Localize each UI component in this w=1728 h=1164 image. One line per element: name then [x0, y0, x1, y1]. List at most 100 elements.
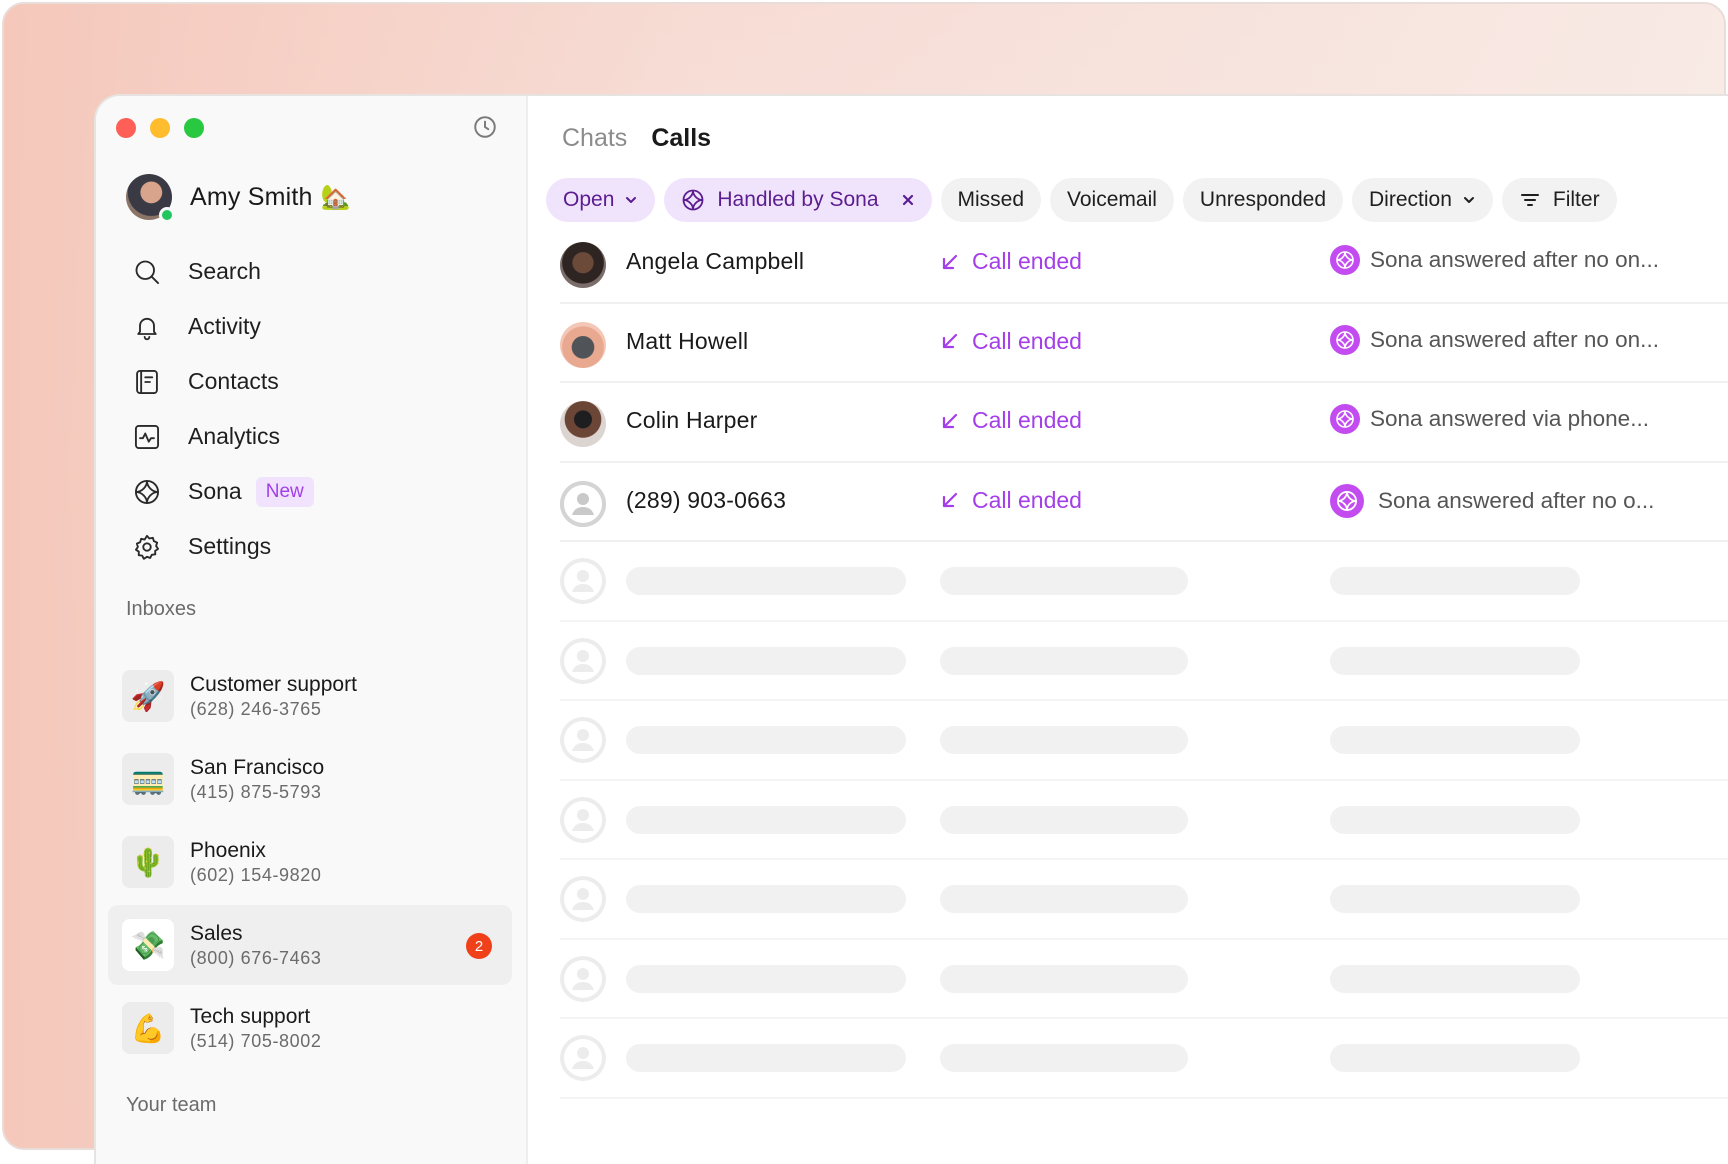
- chevron-down-icon: [626, 197, 637, 203]
- placeholder-bar: [626, 885, 906, 913]
- inbox-item-phoenix[interactable]: 🌵 Phoenix (602) 154-9820: [108, 822, 512, 902]
- avatar: [126, 174, 175, 223]
- inbox-item-sales[interactable]: 💸 Sales (800) 676-7463 2: [108, 905, 512, 985]
- nav-item-search[interactable]: Search: [132, 244, 314, 299]
- missed-filter[interactable]: Missed: [940, 178, 1042, 222]
- placeholder-person-icon: [560, 876, 606, 922]
- filter-chips: Open Handled by Sona Missed Voicemail Un…: [546, 178, 1617, 222]
- placeholder-person-icon: [560, 637, 606, 684]
- call-row[interactable]: Matt Howell Call ended Sona answered aft…: [560, 304, 1728, 383]
- inbox-phone: (514) 705-8002: [190, 1031, 322, 1051]
- chip-label: Direction: [1369, 188, 1452, 211]
- placeholder-bar: [626, 964, 906, 993]
- inbox-name: Sales: [190, 922, 243, 945]
- placeholder-person-icon: [560, 717, 606, 763]
- chip-label: Missed: [957, 188, 1025, 211]
- search-icon: [132, 257, 162, 287]
- view-tabs: Chats Calls: [562, 124, 711, 153]
- call-status: Call ended: [940, 407, 1082, 434]
- avatar: [560, 401, 606, 447]
- contacts-icon: [132, 367, 162, 397]
- incoming-call-arrow-icon: [942, 413, 958, 428]
- placeholder-bar: [1330, 885, 1580, 913]
- tab-calls[interactable]: Calls: [651, 124, 711, 153]
- inbox-list: 🚀 Customer support (628) 246-3765 🚃 San …: [108, 656, 512, 1071]
- loading-placeholder-row: [560, 940, 1728, 1019]
- call-status-label: Call ended: [972, 248, 1082, 274]
- avatar: [560, 321, 606, 368]
- placeholder-bar: [1330, 964, 1580, 993]
- placeholder-bar: [626, 805, 906, 834]
- nav-item-contacts[interactable]: Contacts: [132, 354, 314, 409]
- nav-item-analytics[interactable]: Analytics: [132, 409, 314, 464]
- call-row[interactable]: Colin Harper Call ended Sona answered vi…: [560, 383, 1728, 463]
- avatar: [560, 480, 606, 527]
- call-row[interactable]: Angela Campbell Call ended Sona answered…: [560, 224, 1728, 304]
- placeholder-bar: [626, 1044, 906, 1072]
- loading-placeholder-row: [560, 542, 1728, 622]
- unresponded-filter[interactable]: Unresponded: [1182, 178, 1344, 222]
- inbox-name: San Francisco: [190, 756, 325, 779]
- placeholder-person-icon: [560, 955, 606, 1002]
- minimize-window-button[interactable]: [150, 118, 170, 138]
- sona-icon: [682, 189, 704, 211]
- close-icon[interactable]: [901, 193, 915, 207]
- nav-label: Activity: [188, 313, 261, 339]
- your-team-section-label: Your team: [126, 1094, 217, 1116]
- inbox-phone: (800) 676-7463: [190, 948, 322, 968]
- direction-filter-dropdown[interactable]: Direction: [1352, 178, 1493, 222]
- sona-avatar-icon: [1330, 483, 1364, 518]
- call-status: Call ended: [940, 328, 1082, 355]
- call-row[interactable]: (289) 903-0663 Call ended Sona answered …: [560, 463, 1728, 542]
- new-badge: New: [255, 476, 314, 507]
- nav-label: Settings: [188, 533, 272, 559]
- loading-placeholder-row: [560, 860, 1728, 940]
- call-summary-text: Sona answered after no o...: [1378, 487, 1655, 513]
- placeholder-bar: [1330, 567, 1580, 595]
- call-status-label: Call ended: [972, 327, 1082, 354]
- loading-placeholder-row: [560, 701, 1728, 781]
- voicemail-filter[interactable]: Voicemail: [1050, 178, 1174, 222]
- online-status-dot: [159, 207, 175, 223]
- close-window-button[interactable]: [116, 118, 136, 138]
- inbox-name: Customer support: [190, 673, 357, 696]
- inbox-item-customer-support[interactable]: 🚀 Customer support (628) 246-3765: [108, 656, 512, 736]
- inbox-item-san-francisco[interactable]: 🚃 San Francisco (415) 875-5793: [108, 739, 512, 819]
- nav-item-sona[interactable]: Sona New: [132, 464, 314, 519]
- placeholder-bar: [940, 567, 1188, 595]
- incoming-call-arrow-icon: [942, 333, 958, 349]
- placeholder-bar: [940, 964, 1188, 993]
- nav-item-settings[interactable]: Settings: [132, 519, 314, 574]
- call-status: Call ended: [940, 487, 1082, 514]
- placeholder-bar: [626, 567, 906, 595]
- analytics-icon: [132, 422, 162, 452]
- handled-by-sona-filter[interactable]: Handled by Sona: [664, 178, 932, 222]
- filter-icon: [1520, 194, 1539, 206]
- placeholder-bar: [626, 726, 906, 754]
- caller-name: Matt Howell: [626, 327, 749, 354]
- placeholder-person-icon: [560, 1035, 606, 1081]
- profile-emoji: 🏡: [320, 183, 351, 211]
- placeholder-bar: [1330, 805, 1580, 834]
- zoom-window-button[interactable]: [184, 118, 204, 138]
- gear-icon: [132, 532, 162, 562]
- user-profile[interactable]: Amy Smith 🏡: [126, 174, 351, 223]
- inbox-phone: (628) 246-3765: [190, 699, 322, 719]
- chip-label: Open: [563, 188, 615, 211]
- caller-name: (289) 903-0663: [626, 486, 787, 513]
- inbox-item-tech-support[interactable]: 💪 Tech support (514) 705-8002: [108, 988, 512, 1068]
- caller-name: Colin Harper: [626, 407, 758, 433]
- call-summary: Sona answered after no on...: [1330, 245, 1659, 275]
- placeholder-bar: [940, 1044, 1188, 1072]
- history-icon[interactable]: [472, 114, 498, 140]
- placeholder-bar: [1330, 726, 1580, 754]
- chip-label: Voicemail: [1067, 188, 1157, 211]
- incoming-call-arrow-icon: [942, 254, 958, 269]
- window-controls: [116, 118, 204, 138]
- open-filter-dropdown[interactable]: Open: [546, 178, 656, 222]
- call-summary-text: Sona answered via phone...: [1370, 406, 1649, 431]
- tab-chats[interactable]: Chats: [562, 124, 627, 153]
- nav-item-activity[interactable]: Activity: [132, 299, 314, 354]
- filter-button[interactable]: Filter: [1501, 178, 1617, 222]
- inbox-name: Tech support: [190, 1005, 311, 1028]
